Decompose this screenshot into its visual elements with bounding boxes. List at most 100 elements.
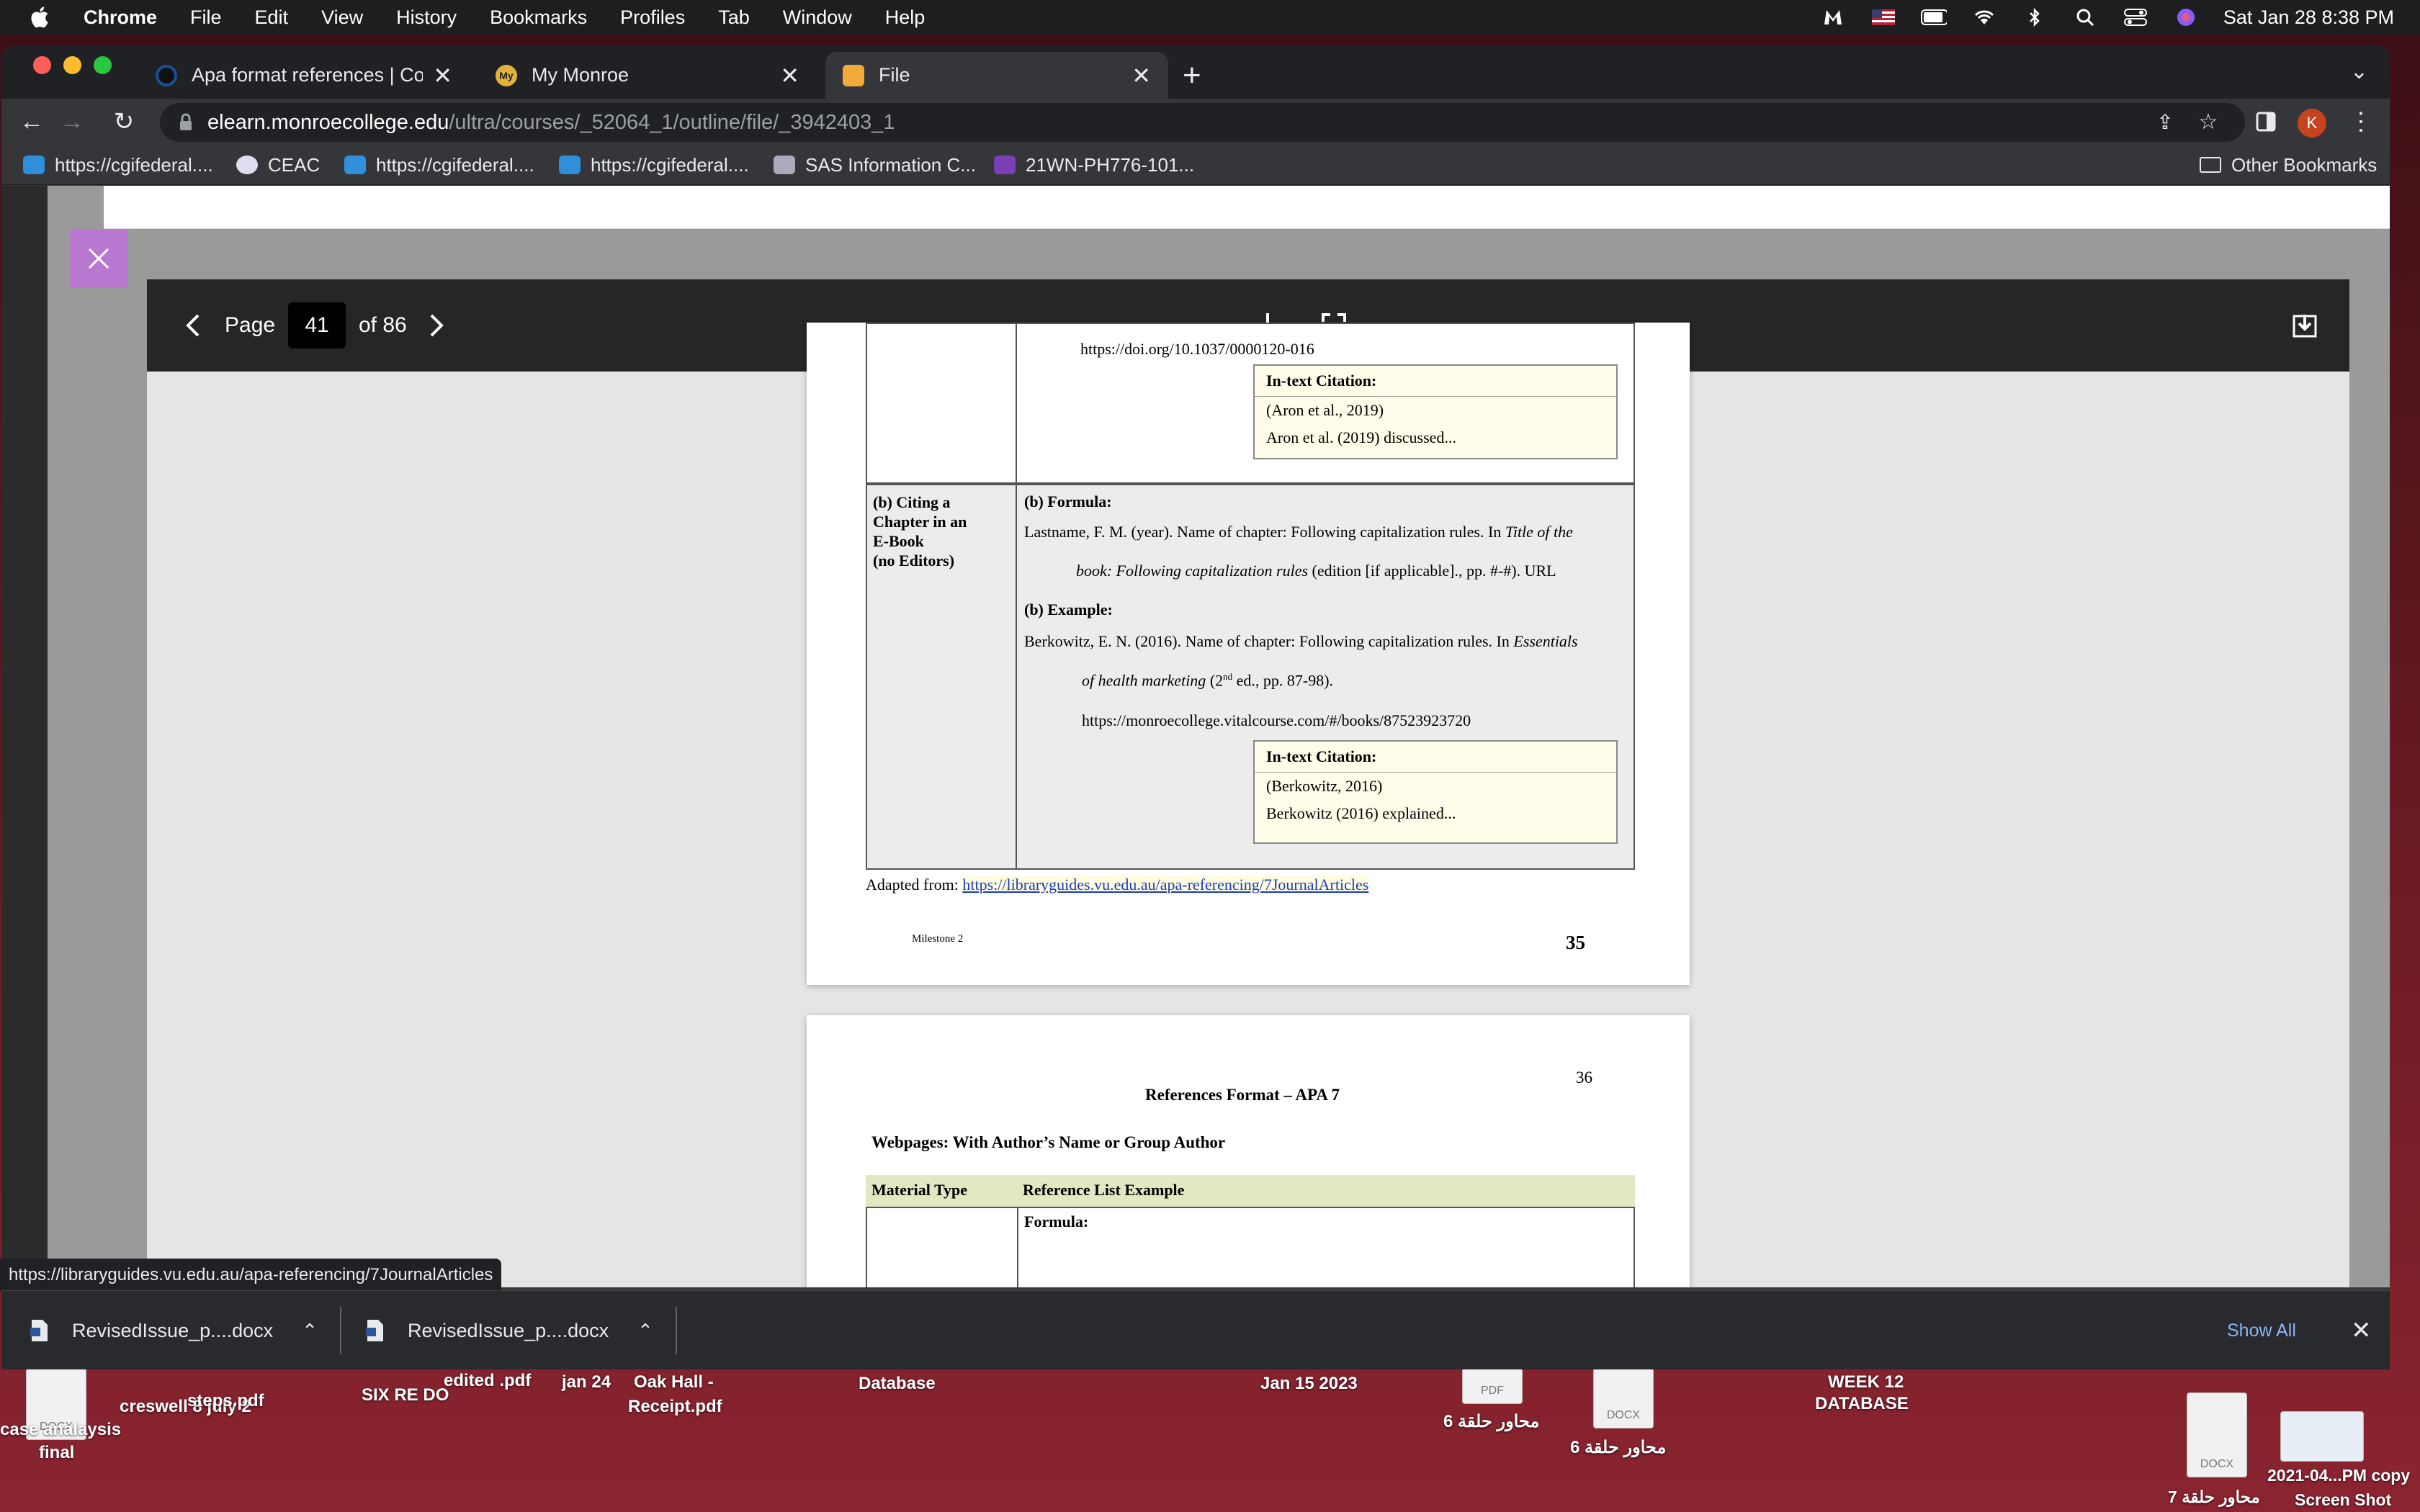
folder-icon xyxy=(2200,157,2221,173)
malwarebytes-icon[interactable] xyxy=(1820,7,1846,27)
bookmark-item[interactable]: 21WN-PH776-101... xyxy=(994,145,1194,185)
divider xyxy=(676,1307,677,1354)
desktop-item-label[interactable]: DATABASE xyxy=(1815,1394,1909,1414)
desktop-item-label[interactable]: Jan 15 2023 xyxy=(1260,1374,1358,1394)
us-flag-icon[interactable] xyxy=(1870,7,1896,27)
side-panel-icon[interactable] xyxy=(2249,99,2283,145)
profile-avatar[interactable]: K xyxy=(2298,109,2326,138)
desktop-item-label[interactable]: SIX RE DO xyxy=(362,1385,449,1405)
page-number-input[interactable] xyxy=(288,302,346,348)
desktop-item-label[interactable]: 2021-04...PM copy xyxy=(2267,1466,2410,1485)
next-page-button[interactable] xyxy=(416,305,457,346)
wifi-icon[interactable] xyxy=(1971,7,1997,27)
adapted-from-link[interactable]: https://libraryguides.vu.edu.au/apa-refe… xyxy=(962,876,1369,894)
close-icon[interactable]: ✕ xyxy=(780,62,799,89)
pdf-file-icon[interactable]: PDF xyxy=(1462,1368,1523,1404)
window-minimize-button[interactable] xyxy=(63,56,81,74)
menu-file[interactable]: File xyxy=(190,6,222,29)
screenshot-thumbnail-icon[interactable] xyxy=(2280,1411,2364,1462)
search-icon[interactable] xyxy=(2072,7,2098,27)
window-zoom-button[interactable] xyxy=(94,56,112,74)
desktop-item-label[interactable]: Receipt.pdf xyxy=(628,1397,722,1417)
chevron-down-icon[interactable]: ⌄ xyxy=(2350,59,2368,84)
desktop-item-label[interactable]: Database xyxy=(859,1374,936,1394)
tab-strip: Apa format references | Compu ✕ My My Mo… xyxy=(1,45,2390,99)
bookmark-item[interactable]: CEAC xyxy=(236,145,320,185)
in-text-citation-box: In-text Citation: (Aron et al., 2019) Ar… xyxy=(1253,364,1618,459)
menu-tab[interactable]: Tab xyxy=(718,6,750,29)
close-icon[interactable]: ✕ xyxy=(1131,62,1151,89)
apple-icon[interactable] xyxy=(29,5,53,30)
menu-window[interactable]: Window xyxy=(783,6,852,29)
battery-icon[interactable] xyxy=(1920,7,1947,27)
page-content: Page of 86 https://doi.org/10.1037/00001… xyxy=(1,186,2390,1287)
docx-file-icon[interactable]: DOCX xyxy=(1593,1368,1654,1428)
tab-file[interactable]: File ✕ xyxy=(825,52,1168,99)
siri-icon[interactable] xyxy=(2173,7,2199,27)
previous-page-button[interactable] xyxy=(173,305,213,346)
docx-file-icon[interactable]: DOCX xyxy=(2187,1392,2247,1477)
chevron-up-icon[interactable]: ⌃ xyxy=(302,1320,318,1342)
download-filename: RevisedIssue_p....docx xyxy=(408,1319,609,1341)
desktop-item-label[interactable]: jan 24 xyxy=(562,1372,611,1392)
menubar-clock[interactable]: Sat Jan 28 8:38 PM xyxy=(2223,6,2394,29)
lock-icon[interactable] xyxy=(179,113,193,132)
url-path: /ultra/courses/_52064_1/outline/file/_39… xyxy=(449,110,895,134)
forward-arrow-icon[interactable]: → xyxy=(55,99,89,145)
menu-edit[interactable]: Edit xyxy=(255,6,289,29)
desktop-item-label[interactable]: Oak Hall - xyxy=(634,1372,714,1392)
window-close-button[interactable] xyxy=(33,56,51,74)
desktop-item-label[interactable]: final xyxy=(39,1443,74,1463)
tab-title: Apa format references | Compu xyxy=(192,64,424,86)
back-arrow-icon[interactable]: ← xyxy=(14,99,49,145)
desktop-item-label[interactable]: steps.pdf xyxy=(187,1391,264,1411)
example-url: https://monroecollege.vitalcourse.com/#/… xyxy=(1082,711,1471,729)
desktop-item-label[interactable]: محاور حلقة 6 xyxy=(1443,1411,1539,1432)
new-tab-button[interactable]: + xyxy=(1183,52,1201,99)
close-icon[interactable]: ✕ xyxy=(2351,1313,2372,1349)
close-panel-button[interactable] xyxy=(69,229,128,288)
menu-bookmarks[interactable]: Bookmarks xyxy=(490,6,587,29)
share-icon[interactable]: ⇪ xyxy=(2148,99,2182,145)
desktop-item-label[interactable]: محاور حلقة 6 xyxy=(1570,1437,1666,1458)
show-all-button[interactable]: Show All xyxy=(2227,1313,2296,1349)
reload-icon[interactable]: ↻ xyxy=(107,99,141,145)
menu-app-name[interactable]: Chrome xyxy=(84,6,157,29)
formula-heading: (b) Formula: xyxy=(1024,492,1112,510)
bookmark-item[interactable]: https://cgifederal.... xyxy=(344,145,534,185)
desktop-item-label[interactable]: WEEK 12 xyxy=(1828,1372,1904,1392)
example-heading: (b) Example: xyxy=(1024,600,1113,618)
kebab-menu-icon[interactable]: ⋮ xyxy=(2344,99,2378,145)
bookmark-item[interactable]: https://cgifederal.... xyxy=(23,145,213,185)
star-icon[interactable]: ☆ xyxy=(2191,99,2226,145)
download-button[interactable] xyxy=(2285,305,2325,346)
cloud-icon xyxy=(559,156,581,174)
desktop-item-label[interactable]: case analaysis xyxy=(0,1420,121,1440)
pencil-icon xyxy=(843,64,864,86)
tab-apa-format[interactable]: Apa format references | Compu ✕ xyxy=(138,52,470,99)
desktop-item-label[interactable]: Screen Shot xyxy=(2295,1490,2391,1510)
table-header: Material Type Reference List Example xyxy=(866,1175,1635,1207)
download-item[interactable]: RevisedIssue_p....docx ⌃ xyxy=(366,1291,653,1370)
menu-history[interactable]: History xyxy=(396,6,457,29)
bluetooth-icon[interactable] xyxy=(2022,7,2048,27)
chevron-up-icon[interactable]: ⌃ xyxy=(637,1320,653,1342)
download-item[interactable]: RevisedIssue_p....docx ⌃ xyxy=(30,1291,318,1370)
menu-help[interactable]: Help xyxy=(885,6,926,29)
other-bookmarks[interactable]: Other Bookmarks xyxy=(2200,145,2377,185)
page-title: References Format – APA 7 xyxy=(1145,1086,1340,1104)
menu-view[interactable]: View xyxy=(321,6,363,29)
link-status-tooltip: https://libraryguides.vu.edu.au/apa-refe… xyxy=(0,1259,502,1292)
desktop-item-label[interactable]: edited .pdf xyxy=(444,1371,531,1391)
menu-profiles[interactable]: Profiles xyxy=(620,6,685,29)
close-icon[interactable]: ✕ xyxy=(433,62,452,89)
desktop-item-label[interactable]: محاور حلقة 7 xyxy=(2168,1488,2260,1507)
tab-my-monroe[interactable]: My My Monroe ✕ xyxy=(478,52,817,99)
control-center-icon[interactable] xyxy=(2123,7,2148,27)
section-heading: Webpages: With Author’s Name or Group Au… xyxy=(871,1133,1226,1151)
address-bar[interactable]: elearn.monroecollege.edu/ultra/courses/_… xyxy=(160,103,2245,142)
bookmark-item[interactable]: https://cgifederal.... xyxy=(559,145,749,185)
url-host: elearn.monroecollege.edu xyxy=(207,110,449,134)
pdf-page: https://doi.org/10.1037/0000120-016 In-t… xyxy=(807,323,1690,985)
bookmark-item[interactable]: SAS Information C... xyxy=(774,145,976,185)
